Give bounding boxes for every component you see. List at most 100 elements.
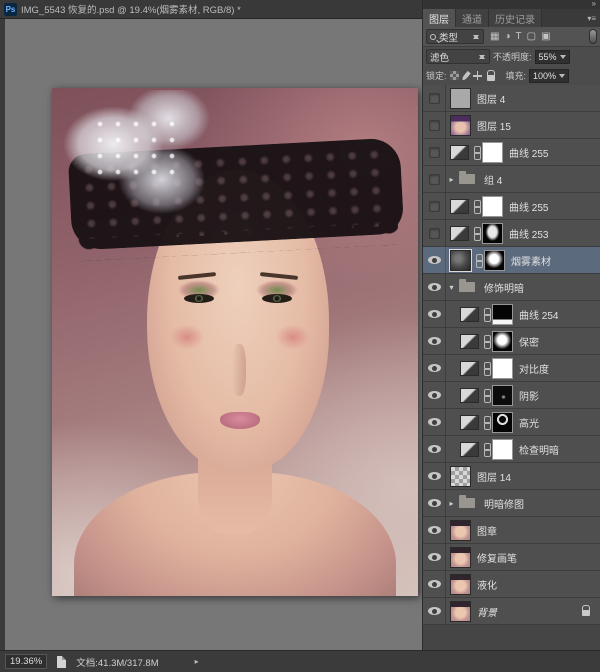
layer-mask-thumbnail[interactable]	[492, 331, 513, 352]
visibility-toggle[interactable]	[423, 328, 446, 354]
layer-row[interactable]: 对比度	[423, 355, 600, 382]
curves-adjustment-icon[interactable]	[450, 199, 469, 214]
document-title-bar[interactable]: Ps IMG_5543 恢复的.psd @ 19.4%(烟雾素材, RGB/8)…	[0, 0, 422, 19]
curves-adjustment-icon[interactable]	[460, 361, 479, 376]
layer-thumbnail[interactable]	[450, 115, 471, 136]
layer-name[interactable]: 曲线 253	[509, 226, 548, 241]
curves-adjustment-icon[interactable]	[460, 307, 479, 322]
layer-name[interactable]: 保密	[519, 334, 539, 349]
mask-link-icon[interactable]	[473, 146, 480, 159]
layer-name[interactable]: 曲线 255	[509, 145, 548, 160]
fill-field[interactable]: 100%	[529, 69, 569, 83]
dock-header[interactable]: »	[423, 0, 600, 9]
collapse-dock-icon[interactable]: »	[592, 0, 596, 8]
visibility-toggle[interactable]	[423, 490, 446, 516]
mask-link-icon[interactable]	[483, 389, 490, 402]
visibility-toggle[interactable]	[423, 166, 446, 192]
layer-thumbnail[interactable]	[450, 547, 471, 568]
layer-thumbnail[interactable]	[450, 520, 471, 541]
mask-link-icon[interactable]	[483, 335, 490, 348]
visibility-toggle[interactable]	[423, 274, 446, 300]
canvas-image[interactable]	[52, 88, 418, 596]
pixel-filter-icon[interactable]: ▦	[490, 31, 499, 42]
visibility-toggle[interactable]	[423, 355, 446, 381]
expand-triangle-icon[interactable]: ▸	[446, 175, 457, 184]
filter-kind-dropdown[interactable]: 类型	[426, 29, 484, 44]
layer-row[interactable]: 修复画笔	[423, 544, 600, 571]
adjustment-filter-icon[interactable]: ◑	[504, 31, 510, 42]
group-name[interactable]: 组 4	[484, 172, 502, 187]
canvas-work-area[interactable]	[0, 19, 422, 650]
opacity-field[interactable]: 55%	[535, 50, 570, 64]
mask-link-icon[interactable]	[483, 443, 490, 456]
layer-name[interactable]: 图层 4	[477, 91, 505, 106]
panel-menu-icon[interactable]: ▾≡	[587, 9, 600, 27]
layer-thumbnail[interactable]	[450, 250, 471, 271]
curves-adjustment-icon[interactable]	[460, 442, 479, 457]
layer-mask-thumbnail[interactable]	[492, 358, 513, 379]
mask-link-icon[interactable]	[483, 416, 490, 429]
layer-row[interactable]: 图层 15	[423, 112, 600, 139]
curves-adjustment-icon[interactable]	[450, 226, 469, 241]
layer-name[interactable]: 图层 14	[477, 469, 511, 484]
layer-mask-thumbnail[interactable]	[492, 304, 513, 325]
layer-row-background[interactable]: 背景	[423, 598, 600, 625]
layer-row[interactable]: 高光	[423, 409, 600, 436]
visibility-toggle[interactable]	[423, 85, 446, 111]
layer-name[interactable]: 背景	[477, 604, 497, 619]
curves-adjustment-icon[interactable]	[450, 145, 469, 160]
type-filter-icon[interactable]: T	[516, 31, 522, 42]
layer-mask-thumbnail[interactable]	[482, 223, 503, 244]
layer-thumbnail[interactable]	[450, 88, 471, 109]
visibility-toggle[interactable]	[423, 409, 446, 435]
expand-triangle-icon[interactable]: ▸	[446, 499, 457, 508]
shape-filter-icon[interactable]: ▢	[527, 31, 536, 42]
tab-layers[interactable]: 图层	[423, 9, 456, 27]
curves-adjustment-icon[interactable]	[460, 388, 479, 403]
curves-adjustment-icon[interactable]	[460, 334, 479, 349]
visibility-toggle[interactable]	[423, 193, 446, 219]
visibility-toggle[interactable]	[423, 301, 446, 327]
group-row[interactable]: ▸ 明暗修图	[423, 490, 600, 517]
layer-name[interactable]: 高光	[519, 415, 539, 430]
visibility-toggle[interactable]	[423, 463, 446, 489]
layer-row[interactable]: 图章	[423, 517, 600, 544]
tab-channels[interactable]: 通道	[456, 9, 489, 27]
collapse-triangle-icon[interactable]: ▾	[446, 283, 457, 292]
layer-mask-thumbnail[interactable]	[484, 250, 505, 271]
visibility-toggle[interactable]	[423, 436, 446, 462]
group-row[interactable]: ▸ 组 4	[423, 166, 600, 193]
layer-row[interactable]: 阴影	[423, 382, 600, 409]
layer-row[interactable]: 图层 14	[423, 463, 600, 490]
layer-name[interactable]: 图章	[477, 523, 497, 538]
lock-all-icon[interactable]	[487, 75, 495, 81]
visibility-toggle[interactable]	[423, 517, 446, 543]
layer-row[interactable]: 曲线 255	[423, 139, 600, 166]
layer-row[interactable]: 保密	[423, 328, 600, 355]
visibility-toggle[interactable]	[423, 139, 446, 165]
layer-row[interactable]: 曲线 253	[423, 220, 600, 247]
curves-adjustment-icon[interactable]	[460, 415, 479, 430]
layer-mask-thumbnail[interactable]	[492, 385, 513, 406]
mask-link-icon[interactable]	[483, 308, 490, 321]
layer-name[interactable]: 烟雾素材	[511, 253, 551, 268]
group-name[interactable]: 明暗修图	[484, 496, 524, 511]
tab-history[interactable]: 历史记录	[489, 9, 542, 27]
smart-object-filter-icon[interactable]: ▣	[541, 31, 550, 42]
visibility-toggle[interactable]	[423, 220, 446, 246]
layer-mask-thumbnail[interactable]	[492, 439, 513, 460]
layer-name[interactable]: 液化	[477, 577, 497, 592]
visibility-toggle[interactable]	[423, 112, 446, 138]
mask-link-icon[interactable]	[473, 200, 480, 213]
mask-link-icon[interactable]	[473, 227, 480, 240]
layer-mask-thumbnail[interactable]	[482, 142, 503, 163]
layer-name[interactable]: 曲线 255	[509, 199, 548, 214]
layer-thumbnail[interactable]	[450, 601, 471, 622]
layer-row[interactable]: 检查明暗	[423, 436, 600, 463]
zoom-level-field[interactable]: 19.36%	[5, 654, 47, 669]
visibility-toggle[interactable]	[423, 382, 446, 408]
layer-name[interactable]: 修复画笔	[477, 550, 517, 565]
filter-toggle-switch[interactable]	[589, 29, 597, 44]
mask-link-icon[interactable]	[483, 362, 490, 375]
layer-thumbnail[interactable]	[450, 574, 471, 595]
